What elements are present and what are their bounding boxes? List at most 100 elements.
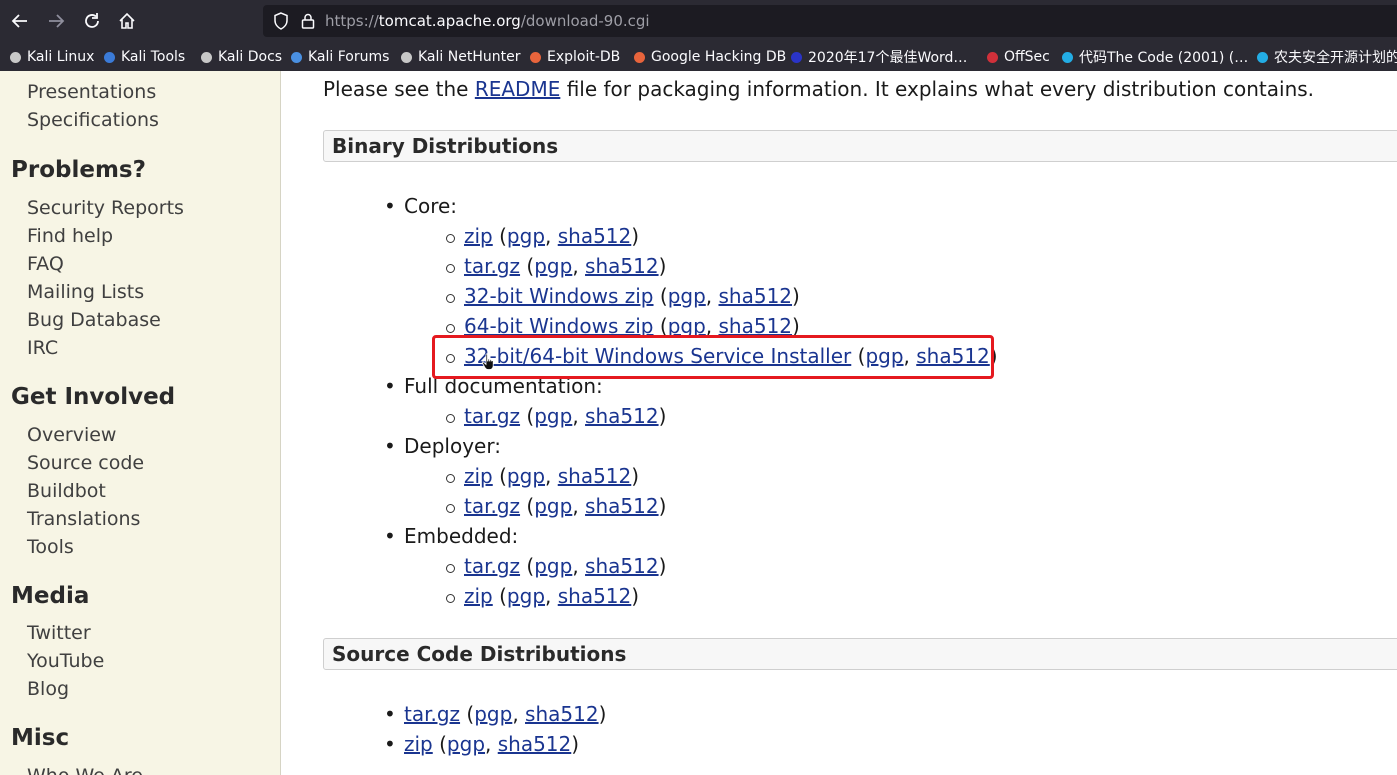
bookmark-item[interactable]: Google Hacking DB bbox=[632, 48, 786, 66]
url-host: tomcat.apache.org bbox=[378, 12, 521, 30]
sidebar-link[interactable]: Security Reports bbox=[27, 197, 184, 219]
pgp-link[interactable]: pgp bbox=[534, 404, 572, 428]
sidebar-link[interactable]: FAQ bbox=[27, 253, 64, 275]
paren: ) bbox=[598, 702, 607, 726]
bookmark-item[interactable]: Kali Docs bbox=[199, 48, 282, 66]
paren: ) bbox=[631, 464, 640, 488]
file-link[interactable]: zip bbox=[464, 224, 493, 248]
file-link[interactable]: tar.gz bbox=[404, 702, 460, 726]
bookmark-item[interactable]: Kali NetHunter bbox=[399, 48, 520, 66]
file-link[interactable]: zip bbox=[464, 464, 493, 488]
sha512-link[interactable]: sha512 bbox=[558, 464, 632, 488]
sidebar-link[interactable]: IRC bbox=[27, 337, 58, 359]
pgp-link[interactable]: pgp bbox=[534, 254, 572, 278]
pgp-link[interactable]: pgp bbox=[534, 494, 572, 518]
bookmark-item[interactable]: Kali Tools bbox=[102, 48, 185, 66]
sha512-link[interactable]: sha512 bbox=[585, 494, 659, 518]
pgp-link[interactable]: pgp bbox=[507, 224, 545, 248]
bookmark-item[interactable]: 代码The Code (2001) (… bbox=[1060, 48, 1248, 66]
sidebar-link[interactable]: Specifications bbox=[27, 109, 159, 131]
download-item: 32-bit Windows zip (pgp, sha512) bbox=[446, 284, 800, 308]
bookmark-label: Kali Docs bbox=[218, 49, 283, 65]
exploit-db-icon bbox=[528, 50, 543, 65]
forward-icon[interactable] bbox=[42, 7, 70, 35]
download-item: tar.gz (pgp, sha512) bbox=[445, 554, 666, 578]
sha512-link[interactable]: sha512 bbox=[719, 284, 793, 308]
sidebar-link[interactable]: Mailing Lists bbox=[27, 281, 144, 303]
file-link[interactable]: tar.gz bbox=[464, 404, 520, 428]
file-link[interactable]: 32-bit Windows zip bbox=[464, 284, 654, 308]
sha512-link[interactable]: sha512 bbox=[585, 554, 659, 578]
sha512-link[interactable]: sha512 bbox=[585, 254, 659, 278]
paren: ( bbox=[432, 732, 447, 756]
sidebar-link[interactable]: Source code bbox=[27, 452, 144, 474]
lock-icon[interactable] bbox=[301, 13, 315, 29]
sidebar-heading: Misc bbox=[11, 725, 70, 751]
sidebar-link[interactable]: Who We Are bbox=[27, 765, 143, 775]
paren: ( bbox=[520, 554, 535, 578]
sha512-link[interactable]: sha512 bbox=[498, 732, 572, 756]
url-scheme: https:// bbox=[325, 12, 379, 30]
download-item: tar.gz (pgp, sha512) bbox=[445, 254, 666, 278]
download-item: zip (pgp, sha512) bbox=[445, 224, 639, 248]
sidebar-heading: Problems? bbox=[11, 157, 146, 183]
sidebar-link[interactable]: Tools bbox=[27, 536, 74, 558]
file-link[interactable]: zip bbox=[464, 584, 493, 608]
url-text[interactable]: https://tomcat.apache.org/download-90.cg… bbox=[325, 12, 650, 30]
url-bar[interactable]: https://tomcat.apache.org/download-90.cg… bbox=[263, 5, 1397, 37]
kali-dragon-icon bbox=[8, 50, 23, 65]
kali-forums-icon bbox=[289, 50, 304, 65]
sha512-link[interactable]: sha512 bbox=[585, 404, 659, 428]
sidebar-link[interactable]: Overview bbox=[27, 424, 116, 446]
sidebar-link[interactable]: Presentations bbox=[27, 81, 156, 103]
file-link[interactable]: tar.gz bbox=[464, 254, 520, 278]
bookmarks-bar: Kali Linux Kali Tools Kali Docs Kali Forums… bbox=[0, 43, 1397, 71]
sidebar-link[interactable]: Buildbot bbox=[27, 480, 106, 502]
sha512-link[interactable]: sha512 bbox=[525, 702, 599, 726]
bookmark-item[interactable]: Kali Linux bbox=[8, 48, 94, 66]
pgp-link[interactable]: pgp bbox=[507, 584, 545, 608]
bookmark-item[interactable]: 农夫安全开源计划的 bbox=[1255, 48, 1397, 66]
file-link[interactable]: tar.gz bbox=[464, 494, 520, 518]
offsec-icon bbox=[985, 50, 1000, 65]
bookmark-item[interactable]: Exploit-DB bbox=[528, 48, 620, 66]
file-link[interactable]: zip bbox=[404, 732, 433, 756]
bilibili-icon bbox=[1255, 50, 1270, 65]
bookmark-label: Kali Tools bbox=[121, 49, 186, 65]
bookmark-label: 农夫安全开源计划的 bbox=[1274, 50, 1397, 66]
paren: ( bbox=[460, 702, 475, 726]
sha512-link[interactable]: sha512 bbox=[558, 584, 632, 608]
download-item: tar.gz (pgp, sha512) bbox=[384, 702, 607, 726]
sidebar-link[interactable]: Bug Database bbox=[27, 309, 161, 331]
pgp-link[interactable]: pgp bbox=[507, 464, 545, 488]
back-icon[interactable] bbox=[6, 7, 34, 35]
pgp-link[interactable]: pgp bbox=[534, 554, 572, 578]
bookmark-item[interactable]: OffSec bbox=[985, 48, 1050, 66]
paren: ( bbox=[492, 224, 507, 248]
bookmark-item[interactable]: 2020年17个最佳Word… bbox=[789, 48, 967, 66]
sidebar-link[interactable]: Twitter bbox=[27, 622, 91, 644]
sha512-link[interactable]: sha512 bbox=[558, 224, 632, 248]
readme-link[interactable]: README bbox=[475, 77, 561, 101]
pgp-link[interactable]: pgp bbox=[668, 284, 706, 308]
kali-dragon-icon bbox=[199, 50, 214, 65]
comma: , bbox=[572, 554, 586, 578]
home-icon[interactable] bbox=[113, 7, 141, 35]
sidebar-link[interactable]: Blog bbox=[27, 678, 69, 700]
download-item: tar.gz (pgp, sha512) bbox=[445, 494, 666, 518]
bookmark-item[interactable]: Kali Forums bbox=[289, 48, 389, 66]
tracking-shield-icon[interactable] bbox=[273, 12, 289, 30]
pgp-link[interactable]: pgp bbox=[447, 732, 485, 756]
paren: ( bbox=[520, 254, 535, 278]
section-title: Binary Distributions bbox=[332, 134, 559, 158]
download-item: zip (pgp, sha512) bbox=[445, 464, 640, 488]
reload-icon[interactable] bbox=[78, 7, 106, 35]
comma: , bbox=[705, 284, 719, 308]
sidebar-link[interactable]: Find help bbox=[27, 225, 113, 247]
file-link[interactable]: tar.gz bbox=[464, 554, 520, 578]
sidebar-link[interactable]: Translations bbox=[27, 508, 140, 530]
paren: ) bbox=[792, 284, 800, 308]
pgp-link[interactable]: pgp bbox=[474, 702, 512, 726]
bookmark-label: 代码The Code (2001) (… bbox=[1079, 50, 1249, 66]
sidebar-link[interactable]: YouTube bbox=[27, 650, 104, 672]
